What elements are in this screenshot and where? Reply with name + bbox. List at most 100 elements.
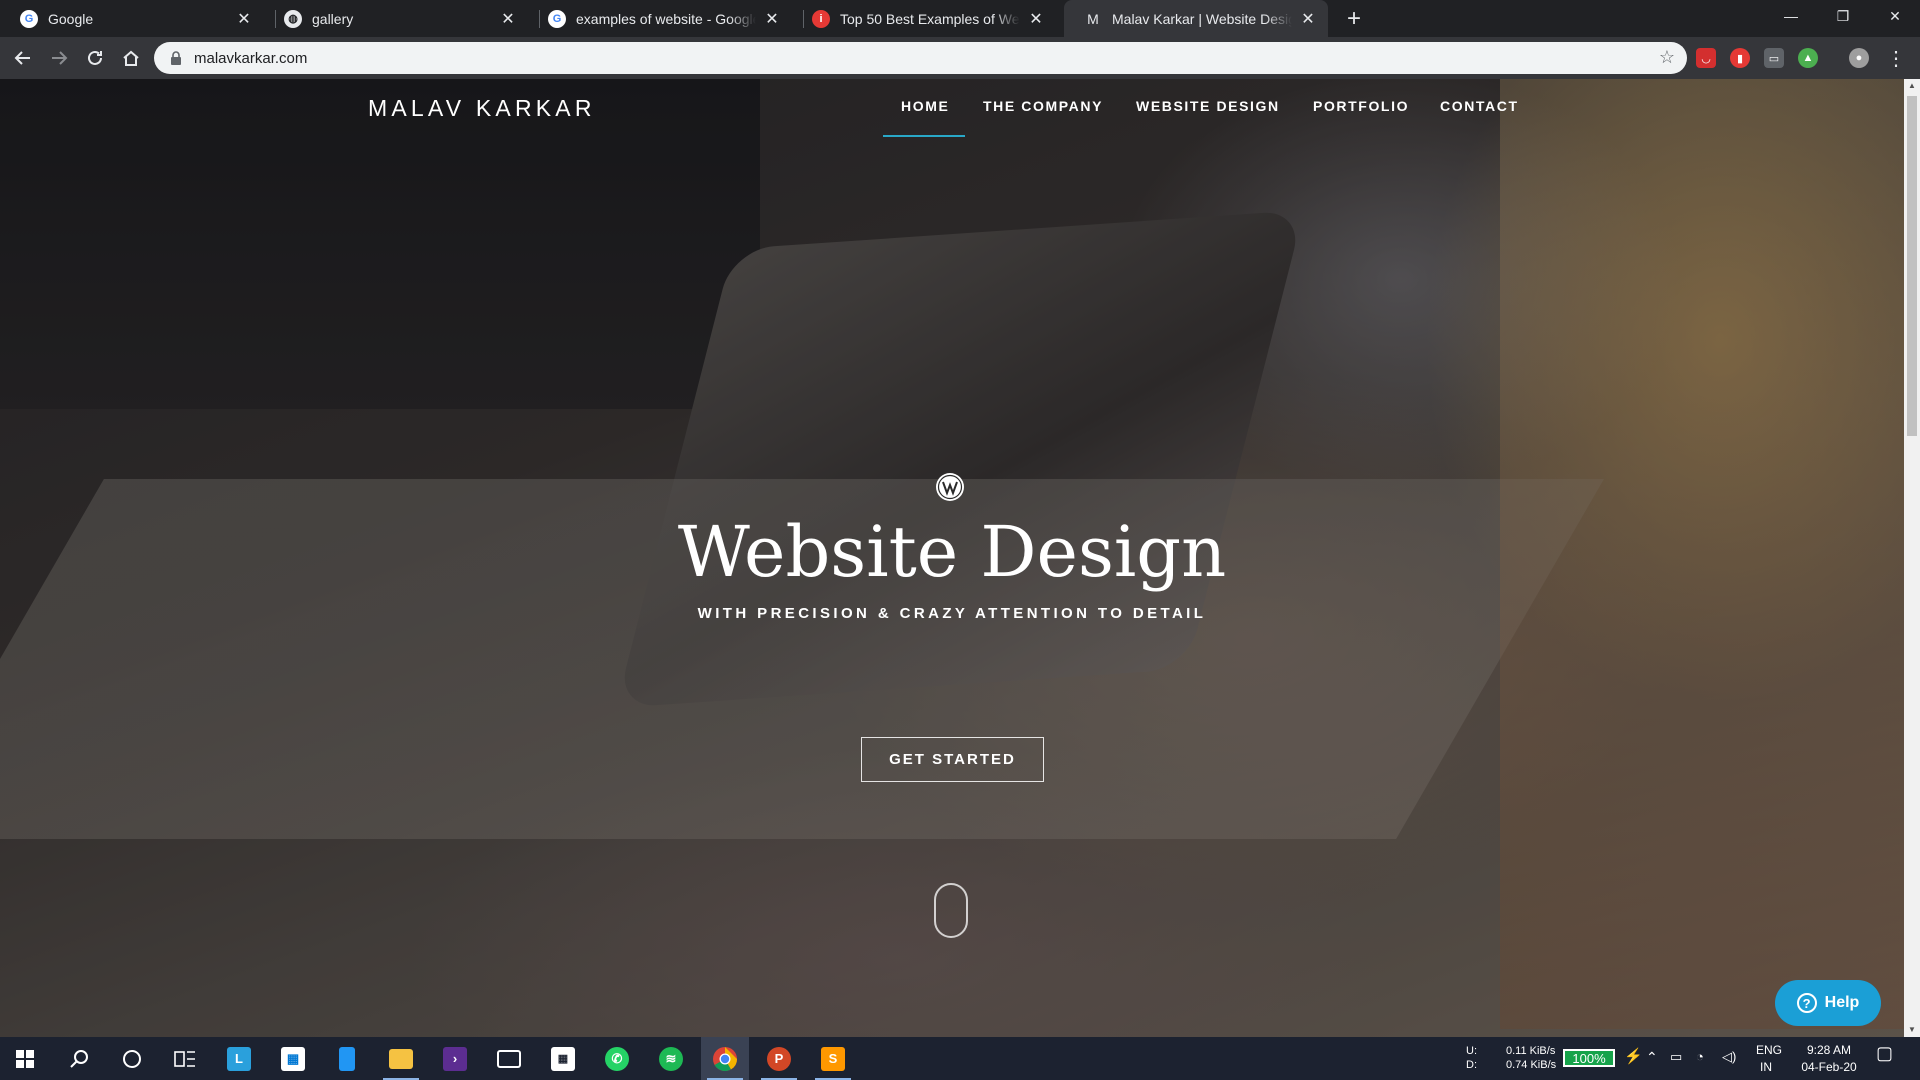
store-bag-icon: ▦	[281, 1046, 305, 1071]
task-view-button[interactable]	[161, 1037, 209, 1080]
bookmark-star-icon[interactable]: ☆	[1659, 47, 1675, 68]
tab-google[interactable]: G Google ✕	[0, 0, 264, 37]
taskbar-chrome[interactable]	[701, 1037, 749, 1080]
taskbar-file-explorer[interactable]	[377, 1037, 425, 1080]
tab-title: examples of website - Google Se	[576, 10, 756, 27]
tab-title: gallery	[312, 10, 354, 27]
chevron-up-icon[interactable]: ⌃	[1646, 1050, 1658, 1064]
clock-date[interactable]: 04-Feb-20	[1795, 1060, 1863, 1074]
close-icon[interactable]: ✕	[498, 9, 518, 29]
extension-icon[interactable]: ▮	[1730, 48, 1750, 68]
scrollbar-thumb[interactable]	[1907, 96, 1917, 436]
windows-start-button[interactable]	[1, 1037, 49, 1080]
taskbar-spotify[interactable]: ≋	[647, 1037, 695, 1080]
scroll-down-indicator[interactable]	[934, 883, 968, 938]
tab-title: Top 50 Best Examples of Website	[840, 10, 1020, 27]
close-icon[interactable]: ✕	[762, 9, 782, 29]
taskbar-whatsapp[interactable]: ✆	[593, 1037, 641, 1080]
home-icon	[123, 50, 139, 66]
site-logo[interactable]: MALAV KARKAR	[368, 95, 596, 122]
nav-contact[interactable]: CONTACT	[1440, 98, 1519, 114]
arrow-left-icon	[14, 51, 30, 65]
address-bar[interactable]: malavkarkar.com ☆	[154, 42, 1687, 74]
nav-the-company[interactable]: THE COMPANY	[983, 98, 1103, 114]
calculator-icon: ▦	[551, 1046, 575, 1071]
search-button[interactable]	[55, 1037, 103, 1080]
browser-tab-strip: G Google ✕ ◍ gallery ✕ G examples of web…	[0, 0, 1920, 37]
whatsapp-icon: ✆	[605, 1046, 629, 1071]
language-region[interactable]: IN	[1760, 1060, 1772, 1074]
nav-home[interactable]: HOME	[901, 98, 949, 114]
power-plug-icon[interactable]: ⚡	[1624, 1049, 1643, 1064]
taskbar-mail[interactable]	[485, 1037, 533, 1080]
terminal-icon: ›	[443, 1046, 467, 1071]
language-code[interactable]: ENG	[1756, 1043, 1782, 1057]
tab-title: Malav Karkar | Website Design, S	[1112, 10, 1292, 27]
profile-avatar[interactable]: ●	[1849, 48, 1869, 68]
help-button-label: Help	[1824, 994, 1860, 1011]
restore-button[interactable]: ❐	[1820, 0, 1866, 32]
taskbar-sublime-text[interactable]: S	[809, 1037, 857, 1080]
page-scrollbar[interactable]: ▲ ▼	[1904, 79, 1920, 1037]
nav-website-design[interactable]: WEBSITE DESIGN	[1136, 98, 1280, 114]
mail-icon	[497, 1049, 521, 1068]
volume-icon[interactable]: ◁)	[1722, 1050, 1736, 1064]
new-tab-button[interactable]: +	[1340, 5, 1368, 33]
forward-button[interactable]	[46, 45, 72, 71]
close-icon[interactable]: ✕	[1298, 9, 1318, 29]
spotify-icon: ≋	[659, 1046, 683, 1071]
get-started-button[interactable]: GET STARTED	[861, 737, 1044, 782]
menu-button[interactable]: ⋮	[1883, 45, 1909, 71]
help-button[interactable]: ? Help	[1775, 980, 1881, 1026]
home-button[interactable]	[118, 45, 144, 71]
nav-active-indicator	[883, 135, 965, 137]
close-icon[interactable]: ✕	[234, 9, 254, 29]
clock-time[interactable]: 9:28 AM	[1800, 1043, 1858, 1057]
close-window-button[interactable]: ✕	[1872, 0, 1918, 32]
google-icon: G	[548, 9, 566, 28]
tab-malav-karkar[interactable]: M Malav Karkar | Website Design, S ✕	[1064, 0, 1328, 37]
taskbar-powershell[interactable]: ›	[431, 1037, 479, 1080]
taskbar-notepad[interactable]	[323, 1037, 371, 1080]
taskbar-powerpoint[interactable]: P	[755, 1037, 803, 1080]
launcher-l-icon: L	[227, 1046, 251, 1071]
google-icon: G	[20, 9, 38, 28]
battery-indicator[interactable]: 100%	[1563, 1049, 1615, 1067]
tab-top-50-examples[interactable]: i Top 50 Best Examples of Website ✕	[792, 0, 1056, 37]
action-center-icon[interactable]: ▢	[1876, 1044, 1893, 1062]
taskbar-calculator[interactable]: ▦	[539, 1037, 587, 1080]
picture-in-picture-icon[interactable]: ▭	[1764, 48, 1784, 68]
task-view-icon	[174, 1050, 195, 1067]
wifi-icon[interactable]: ◔	[1696, 1050, 1704, 1064]
cortana-circle-icon	[123, 1049, 141, 1068]
tab-gallery[interactable]: ◍ gallery ✕	[264, 0, 528, 37]
close-icon[interactable]: ✕	[1026, 9, 1046, 29]
tab-google-search[interactable]: G examples of website - Google Se ✕	[528, 0, 792, 37]
arrow-right-icon	[52, 51, 68, 65]
reload-button[interactable]	[82, 45, 108, 71]
browser-toolbar: malavkarkar.com ☆ ◡ ▮ ▭ ▲ ● ⋮	[0, 37, 1920, 79]
minimize-button[interactable]: —	[1768, 0, 1814, 32]
hero-title: Website Design	[677, 511, 1227, 593]
google-drive-icon[interactable]: ▲	[1798, 48, 1818, 68]
battery-icon[interactable]: ▭	[1670, 1050, 1682, 1064]
net-down-speed: 0.74 KiB/s	[1506, 1059, 1557, 1071]
taskbar-app-launcher[interactable]: L	[215, 1037, 263, 1080]
back-button[interactable]	[10, 45, 36, 71]
cortana-button[interactable]	[108, 1037, 156, 1080]
sublime-icon: S	[821, 1046, 845, 1071]
taskbar-microsoft-store[interactable]: ▦	[269, 1037, 317, 1080]
windows-logo-icon	[16, 1049, 34, 1068]
pocket-extension-icon[interactable]: ◡	[1696, 48, 1716, 68]
powerpoint-icon: P	[767, 1046, 791, 1071]
website-hero: MALAV KARKAR HOME THE COMPANY WEBSITE DE…	[0, 79, 1904, 1037]
nav-portfolio[interactable]: PORTFOLIO	[1313, 98, 1409, 114]
scroll-down-arrow-icon[interactable]: ▼	[1907, 1025, 1917, 1035]
net-up-speed: 0.11 KiB/s	[1506, 1045, 1556, 1057]
scroll-up-arrow-icon[interactable]: ▲	[1907, 81, 1917, 91]
folder-icon	[389, 1048, 413, 1069]
net-up-label: U:	[1466, 1045, 1477, 1057]
document-icon	[339, 1046, 355, 1071]
question-icon: ?	[1796, 993, 1817, 1013]
m-icon: M	[1087, 10, 1099, 27]
